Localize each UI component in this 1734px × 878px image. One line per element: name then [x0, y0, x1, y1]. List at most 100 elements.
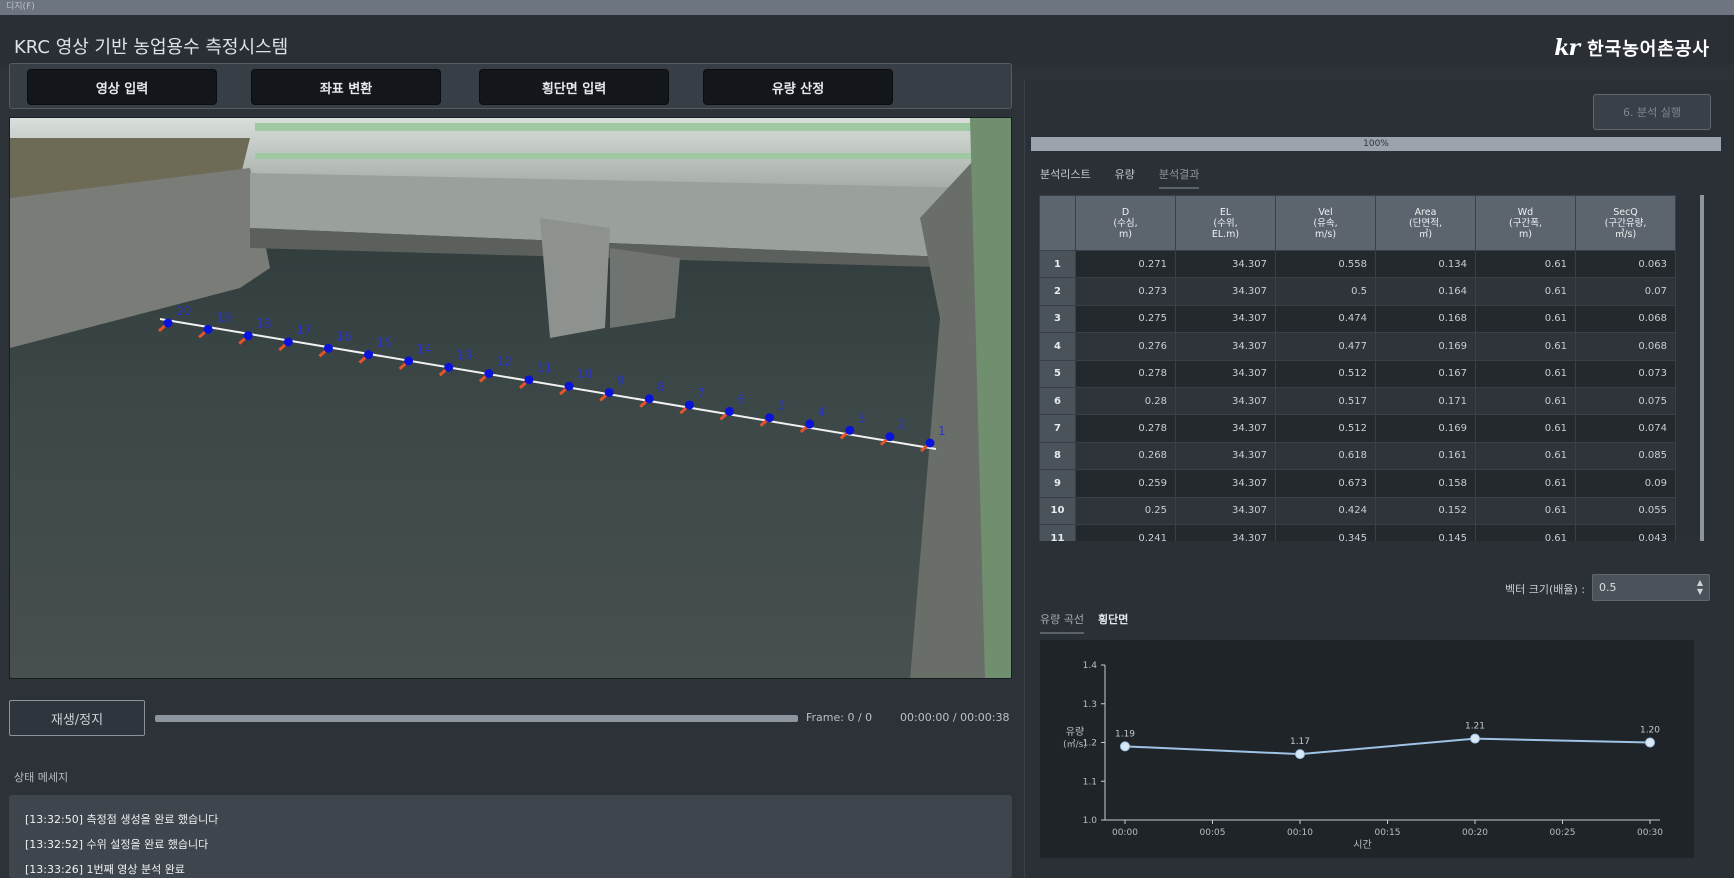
table-cell: 0.152	[1375, 496, 1476, 525]
play-pause-button[interactable]: 재생/정지	[9, 700, 145, 736]
table-cell: 34.307	[1175, 277, 1276, 306]
table-cell: 0.075	[1575, 386, 1676, 416]
measurement-point[interactable]	[283, 337, 293, 347]
table-cell: 0.043	[1575, 523, 1676, 541]
measurement-point[interactable]	[925, 438, 935, 448]
table-row[interactable]: 10 0.25 34.307 0.424 0.152 0.61 0.055	[1039, 496, 1676, 525]
y-tick-label: 1.3	[1083, 700, 1097, 710]
table-row[interactable]: 6 0.28 34.307 0.517 0.171 0.61 0.075	[1039, 386, 1676, 416]
measurement-point[interactable]	[243, 331, 253, 341]
measurement-point[interactable]	[644, 394, 654, 404]
table-cell: 0.168	[1375, 304, 1476, 334]
measurement-point[interactable]	[364, 350, 374, 360]
coordinate-transform-button[interactable]: 좌표 변환	[251, 69, 441, 105]
table-row[interactable]: 9 0.259 34.307 0.673 0.158 0.61 0.09	[1039, 469, 1676, 498]
measurement-point[interactable]	[404, 356, 414, 366]
table-cell: 0.259	[1075, 469, 1176, 498]
measurement-point[interactable]	[724, 406, 734, 416]
measurement-point[interactable]	[765, 413, 775, 423]
x-axis-label: 시간	[1353, 839, 1371, 851]
table-cell: 0.424	[1275, 496, 1376, 525]
table-row[interactable]: 8 0.268 34.307 0.618 0.161 0.61 0.085	[1039, 441, 1676, 471]
table-cell: 0.477	[1275, 332, 1376, 361]
video-view[interactable]: 20 19 18 17 16 15 14 13 12 11 10 9 8 7 6 5 4 3 2 1	[9, 117, 1012, 679]
measurement-point[interactable]	[805, 419, 815, 429]
logo-text: 한국농어촌공사	[1587, 39, 1710, 60]
point-label: 6	[737, 392, 745, 406]
table-cell: 34.307	[1175, 469, 1276, 498]
point-label: 14	[417, 342, 432, 356]
col-header-sec-discharge[interactable]: SecQ (구간유량, ㎥/s)	[1575, 195, 1676, 251]
result-table-container[interactable]: D (수심, m) EL (수위, EL.m) Vel (유속, m/s) Area (단면적…	[1039, 195, 1701, 541]
vector-scale-spinbox[interactable]: 0.5 ▲ ▼	[1592, 574, 1710, 601]
data-label: 1.17	[1290, 737, 1310, 747]
measurement-point[interactable]	[203, 324, 213, 334]
point-label: 20	[176, 304, 191, 318]
measurement-point[interactable]	[604, 387, 614, 397]
col-header-depth[interactable]: D (수심, m)	[1075, 195, 1176, 251]
table-cell: 34.307	[1175, 386, 1276, 416]
table-cell: 0.517	[1275, 386, 1376, 416]
measurement-point[interactable]	[885, 432, 895, 442]
row-number: 4	[1039, 332, 1076, 361]
table-cell: 0.275	[1075, 304, 1176, 334]
y-axis-unit: (㎥/s)	[1063, 739, 1087, 750]
discharge-estimate-button[interactable]: 유량 산정	[703, 69, 893, 105]
table-corner	[1039, 195, 1076, 251]
table-cell: 0.055	[1575, 496, 1676, 525]
tab-analysis-list[interactable]: 분석리스트	[1040, 166, 1091, 189]
measurement-point[interactable]	[444, 362, 454, 372]
data-label: 1.21	[1465, 722, 1485, 732]
point-label: 19	[216, 310, 231, 324]
run-analysis-button[interactable]: 6. 분석 실행	[1593, 94, 1711, 130]
analysis-progress-bar: 100%	[1031, 137, 1721, 151]
tab-analysis-result[interactable]: 분석결과	[1158, 166, 1200, 189]
tab-discharge-curve[interactable]: 유량 곡선	[1040, 611, 1084, 634]
table-row[interactable]: 2 0.273 34.307 0.5 0.164 0.61 0.07	[1039, 277, 1676, 306]
seek-bar[interactable]	[155, 715, 798, 722]
frame-counter: Frame: 0 / 0	[806, 711, 873, 724]
table-cell: 34.307	[1175, 304, 1276, 334]
point-label: 10	[577, 367, 592, 381]
bridge-railing	[255, 123, 975, 131]
row-number: 2	[1039, 277, 1076, 306]
table-cell: 0.085	[1575, 441, 1676, 471]
table-cell: 0.134	[1375, 249, 1476, 279]
spin-arrows-icon[interactable]: ▲ ▼	[1697, 578, 1703, 596]
measurement-point[interactable]	[564, 381, 574, 391]
x-tick-label: 00:30	[1637, 828, 1663, 838]
col-header-area[interactable]: Area (단면적, ㎡)	[1375, 195, 1476, 251]
tab-discharge[interactable]: 유량	[1115, 166, 1135, 189]
status-log: [13:32:50] 측정점 생성을 완료 했습니다 [13:32:52] 수위…	[9, 795, 1012, 878]
table-scrollbar[interactable]	[1700, 195, 1704, 541]
y-tick-label: 1.1	[1083, 777, 1097, 787]
tab-cross-section[interactable]: 횡단면	[1098, 611, 1128, 634]
discharge-chart: 1.0 1.1 1.2 1.3 1.4 00:00 00:05 00:10 00:15 00:20…	[1040, 640, 1694, 858]
col-header-elevation[interactable]: EL (수위, EL.m)	[1175, 195, 1276, 251]
cross-section-input-button[interactable]: 횡단면 입력	[479, 69, 669, 105]
table-row[interactable]: 11 0.241 34.307 0.345 0.145 0.61 0.043	[1039, 523, 1676, 541]
video-input-button[interactable]: 영상 입력	[27, 69, 217, 105]
row-number: 6	[1039, 386, 1076, 416]
measurement-point[interactable]	[484, 369, 494, 379]
video-frame: 20 19 18 17 16 15 14 13 12 11 10 9 8 7 6 5 4 3 2 1	[10, 118, 1011, 678]
table-cell: 0.474	[1275, 304, 1376, 334]
table-cell: 0.61	[1475, 304, 1576, 334]
status-line: [13:32:52] 수위 설정을 완료 했습니다	[25, 838, 209, 851]
data-point	[1295, 749, 1305, 760]
table-row[interactable]: 3 0.275 34.307 0.474 0.168 0.61 0.068	[1039, 304, 1676, 334]
table-row[interactable]: 4 0.276 34.307 0.477 0.169 0.61 0.068	[1039, 332, 1676, 361]
table-cell: 0.063	[1575, 249, 1676, 279]
col-header-velocity[interactable]: Vel (유속, m/s)	[1275, 195, 1376, 251]
table-row[interactable]: 5 0.278 34.307 0.512 0.167 0.61 0.073	[1039, 359, 1676, 388]
table-row[interactable]: 1 0.271 34.307 0.558 0.134 0.61 0.063	[1039, 249, 1676, 279]
col-header-width[interactable]: Wd (구간폭, m)	[1475, 195, 1576, 251]
measurement-point[interactable]	[524, 375, 534, 385]
measurement-point[interactable]	[323, 343, 333, 353]
table-row[interactable]: 7 0.278 34.307 0.512 0.169 0.61 0.074	[1039, 414, 1676, 443]
measurement-point[interactable]	[163, 318, 173, 328]
table-cell: 0.512	[1275, 414, 1376, 443]
measurement-point[interactable]	[684, 400, 694, 410]
x-tick-label: 00:10	[1287, 828, 1313, 838]
measurement-point[interactable]	[845, 425, 855, 435]
